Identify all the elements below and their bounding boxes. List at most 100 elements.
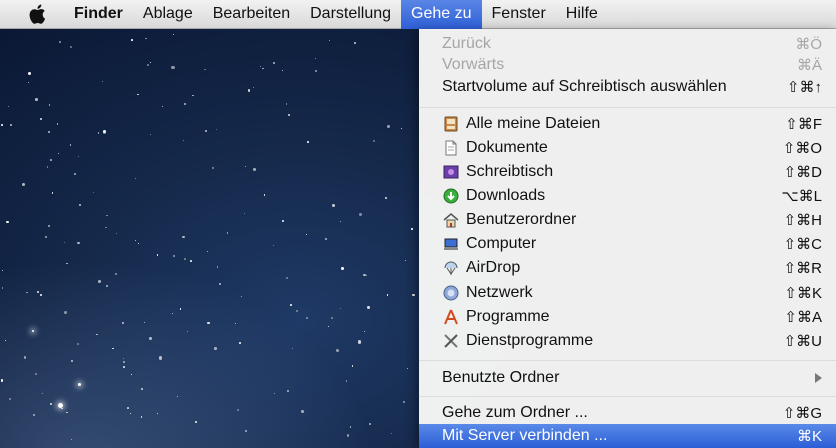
star (76, 343, 79, 346)
star (48, 131, 50, 133)
star (314, 69, 317, 72)
star (105, 226, 107, 228)
star (2, 269, 4, 271)
star (192, 94, 194, 97)
star (273, 392, 276, 395)
star (345, 379, 348, 382)
submenu-arrow-icon (815, 373, 822, 383)
star (159, 356, 163, 360)
menu-gehe-zu[interactable]: Gehe zu (401, 0, 482, 29)
star (189, 259, 192, 262)
menu-bearbeiten[interactable]: Bearbeiten (203, 0, 300, 29)
star (288, 113, 291, 116)
star (287, 389, 290, 393)
star (47, 224, 50, 227)
menu-item-computer[interactable]: Computer ⇧⌘C (419, 232, 836, 256)
menu-item-label: Alle meine Dateien (466, 115, 601, 132)
star (285, 103, 287, 105)
menu-item-label: AirDrop (466, 259, 521, 276)
menu-item-utilities[interactable]: Dienstprogramme ⇧⌘U (419, 329, 836, 353)
menu-item-label: Startvolume auf Schreibtisch auswählen (442, 78, 727, 95)
menu-item-documents[interactable]: Dokumente ⇧⌘O (419, 136, 836, 160)
menu-item-applications[interactable]: Programme ⇧⌘A (419, 305, 836, 329)
star (184, 258, 186, 260)
star (216, 129, 218, 131)
menu-item-desktop[interactable]: Schreibtisch ⇧⌘D (419, 160, 836, 184)
menu-darstellung[interactable]: Darstellung (300, 0, 401, 29)
star (212, 167, 214, 169)
star (157, 412, 159, 414)
menu-item-connect-server[interactable]: Mit Server verbinden ... ⌘K (419, 424, 836, 448)
menu-item-startup-volume[interactable]: Startvolume auf Schreibtisch auswählen ⇧… (419, 75, 836, 99)
star (367, 306, 370, 309)
star (404, 260, 406, 262)
star (146, 63, 149, 67)
menu-item-network[interactable]: Netzwerk ⇧⌘K (419, 281, 836, 305)
menu-hilfe[interactable]: Hilfe (556, 0, 608, 29)
star (40, 118, 43, 121)
star (70, 439, 73, 441)
star (149, 62, 151, 64)
star (143, 322, 145, 324)
star (295, 309, 298, 312)
star (156, 254, 159, 256)
star (78, 383, 81, 386)
go-menu-dropdown: Zurück ⌘Ö Vorwärts ⌘Ä Startvolume auf Sc… (419, 29, 836, 448)
star (7, 105, 9, 107)
menu-item-label: Benutzerordner (466, 211, 577, 228)
airdrop-icon (443, 260, 459, 276)
menu-fenster[interactable]: Fenster (482, 0, 556, 29)
star (365, 274, 367, 276)
star (39, 294, 42, 297)
star (281, 69, 284, 72)
menu-item-label: Dokumente (466, 139, 548, 156)
star (332, 203, 335, 207)
shortcut-label: ⌘Ö (795, 36, 822, 53)
menu-separator (419, 360, 836, 361)
star (291, 347, 294, 350)
star (406, 368, 408, 370)
star (1, 379, 4, 382)
star (329, 40, 331, 42)
star (272, 244, 275, 247)
star (247, 89, 250, 92)
star (354, 42, 356, 44)
star (112, 348, 114, 350)
star (116, 232, 118, 234)
menu-item-home[interactable]: Benutzerordner ⇧⌘H (419, 208, 836, 232)
menu-item-airdrop[interactable]: AirDrop ⇧⌘R (419, 256, 836, 280)
star (77, 241, 80, 244)
star (177, 395, 179, 397)
menu-ablage[interactable]: Ablage (133, 0, 203, 29)
star (135, 239, 137, 241)
star (240, 296, 243, 298)
star (58, 403, 63, 408)
star (400, 127, 402, 129)
menu-item-goto-folder[interactable]: Gehe zum Ordner ... ⇧⌘G (419, 401, 836, 425)
star (24, 356, 27, 359)
star (148, 337, 152, 341)
star (92, 191, 95, 194)
star (262, 67, 264, 70)
star (226, 232, 229, 235)
star (290, 304, 293, 306)
star (70, 45, 73, 48)
menu-item-all-files[interactable]: Alle meine Dateien ⇧⌘F (419, 112, 836, 136)
menu-item-downloads[interactable]: Downloads ⌥⌘L (419, 184, 836, 208)
menu-item-label: Schreibtisch (466, 163, 554, 180)
menu-finder[interactable]: Finder (64, 0, 133, 29)
star (351, 365, 353, 367)
apple-logo-icon[interactable] (24, 0, 50, 29)
menu-item-recent-folders[interactable]: Benutzte Ordner (419, 366, 836, 390)
star (331, 317, 334, 320)
star (339, 220, 342, 223)
star (206, 251, 208, 253)
shortcut-label: ⌘K (796, 428, 822, 445)
star (144, 37, 147, 40)
desktop-icon (443, 164, 459, 180)
star (349, 425, 352, 428)
menu-item-label: Dienstprogramme (466, 332, 594, 349)
star (77, 156, 79, 158)
star (259, 65, 261, 67)
star (5, 339, 7, 341)
